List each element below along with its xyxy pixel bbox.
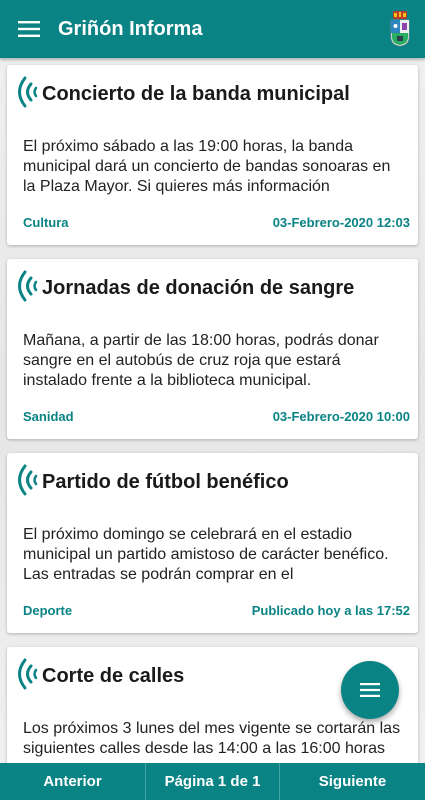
- news-date: 03-Febrero-2020 10:00: [272, 409, 410, 424]
- news-body: Los próximos 3 lunes del mes vigente se …: [23, 720, 401, 757]
- news-category: Deporte: [23, 603, 73, 618]
- floating-menu-button[interactable]: [341, 661, 399, 719]
- page-indicator: Página 1 de 1: [146, 763, 280, 800]
- news-body: El próximo sábado a las 19:00 horas, la …: [23, 138, 391, 195]
- app-bar: Griñón Informa: [0, 0, 425, 58]
- news-title: Corte de calles: [42, 665, 185, 687]
- news-title: Jornadas de donación de sangre: [42, 277, 355, 299]
- news-title: Concierto de la banda municipal: [42, 83, 350, 105]
- broadcast-icon: [18, 270, 38, 302]
- pagination-bar: Anterior Página 1 de 1 Siguiente: [0, 763, 425, 800]
- app-title: Griñón Informa: [58, 17, 203, 40]
- news-card[interactable]: Concierto de la banda municipal El próxi…: [7, 65, 418, 245]
- broadcast-icon: [18, 658, 38, 690]
- news-title: Partido de fútbol benéfico: [42, 471, 289, 493]
- next-page-button[interactable]: Siguiente: [280, 763, 425, 800]
- previous-page-button[interactable]: Anterior: [0, 763, 146, 800]
- news-body: Mañana, a partir de las 18:00 horas, pod…: [23, 332, 379, 389]
- news-category: Sanidad: [23, 409, 74, 424]
- list-menu-icon: [360, 683, 380, 697]
- broadcast-icon: [18, 76, 38, 108]
- news-category: Cultura: [23, 215, 69, 230]
- municipal-crest-icon: [390, 11, 410, 47]
- news-card[interactable]: Partido de fútbol benéfico El próximo do…: [7, 453, 418, 633]
- news-body: El próximo domingo se celebrará en el es…: [23, 526, 389, 583]
- news-date: Publicado hoy a las 17:52: [251, 603, 410, 618]
- broadcast-icon: [18, 464, 38, 496]
- news-date: 03-Febrero-2020 12:03: [272, 215, 410, 230]
- hamburger-menu-icon[interactable]: [0, 0, 58, 58]
- news-card[interactable]: Jornadas de donación de sangre Mañana, a…: [7, 259, 418, 439]
- news-feed[interactable]: Concierto de la banda municipal El próxi…: [0, 58, 425, 763]
